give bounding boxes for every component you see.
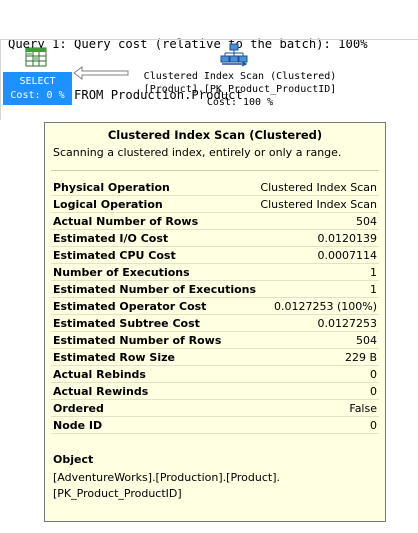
property-row: Node ID 0 (51, 417, 379, 434)
property-row: Estimated CPU Cost 0.0007114 (51, 247, 379, 264)
property-name: Ordered (53, 401, 104, 415)
property-row: Estimated Number of Rows 504 (51, 332, 379, 349)
property-name: Node ID (53, 418, 103, 432)
property-value: 1 (370, 265, 377, 279)
property-name: Logical Operation (53, 197, 163, 211)
property-value: 0.0120139 (317, 231, 378, 245)
select-node[interactable]: SELECT Cost: 0 % (3, 72, 72, 105)
property-row: Estimated I/O Cost 0.0120139 (51, 230, 379, 247)
property-row: Ordered False (51, 400, 379, 417)
select-table-icon[interactable] (25, 47, 47, 67)
property-name: Estimated Subtree Cost (53, 316, 200, 330)
object-line: [AdventureWorks].[Production].[Product]. (53, 471, 281, 484)
select-node-label: SELECT (19, 76, 56, 87)
scan-node-cost: Cost: 100 % (206, 97, 274, 108)
property-row: Estimated Number of Executions 1 (51, 281, 379, 298)
object-line: [PK_Product_ProductID] (53, 487, 182, 500)
property-name: Estimated Operator Cost (53, 299, 207, 313)
property-row: Estimated Operator Cost 0.0127253 (100%) (51, 298, 379, 315)
divider (0, 40, 1, 120)
property-value: Clustered Index Scan (260, 180, 377, 194)
property-row: Estimated Subtree Cost 0.0127253 (51, 315, 379, 332)
property-name: Estimated I/O Cost (53, 231, 169, 245)
property-value: 504 (356, 214, 377, 228)
tooltip-separator (51, 170, 379, 171)
property-name: Actual Rewinds (53, 384, 149, 398)
operator-tooltip: Clustered Index Scan (Clustered) Scannin… (44, 122, 386, 522)
property-row: Logical Operation Clustered Index Scan (51, 196, 379, 213)
property-name: Number of Executions (53, 265, 190, 279)
property-value: 0.0007114 (317, 248, 378, 262)
property-name: Estimated Number of Executions (53, 282, 257, 296)
property-value: 0.0127253 (317, 316, 378, 330)
property-value: 504 (356, 333, 377, 347)
scan-node-object: [Product].[PK_Product_ProductID] (143, 84, 337, 95)
object-title: Object (53, 453, 94, 466)
property-name: Estimated Number of Rows (53, 333, 222, 347)
scan-node-label[interactable]: Clustered Index Scan (Clustered) [Produc… (110, 70, 370, 109)
property-row: Number of Executions 1 (51, 264, 379, 281)
property-row: Actual Number of Rows 504 (51, 213, 379, 230)
property-name: Estimated CPU Cost (53, 248, 176, 262)
tooltip-properties: Physical Operation Clustered Index Scan Lo… (51, 179, 379, 434)
tooltip-description: Scanning a clustered index, entirely or … (53, 146, 342, 159)
property-row: Physical Operation Clustered Index Scan (51, 179, 379, 196)
select-node-cost: Cost: 0 % (10, 90, 65, 101)
property-row: Actual Rebinds 0 (51, 366, 379, 383)
property-value: Clustered Index Scan (260, 197, 377, 211)
property-row: Estimated Row Size 229 B (51, 349, 379, 366)
property-name: Actual Number of Rows (53, 214, 199, 228)
property-name: Actual Rebinds (53, 367, 146, 381)
clustered-index-scan-icon[interactable] (220, 43, 248, 67)
property-value: 0 (370, 367, 377, 381)
property-value: 0 (370, 418, 377, 432)
scan-node-operator: Clustered Index Scan (Clustered) (143, 71, 337, 82)
tooltip-title: Clustered Index Scan (Clustered) (107, 128, 323, 142)
divider (0, 39, 418, 40)
property-value: 229 B (344, 350, 377, 364)
property-value: 1 (370, 282, 377, 296)
property-row: Actual Rewinds 0 (51, 383, 379, 400)
property-name: Estimated Row Size (53, 350, 175, 364)
property-name: Physical Operation (53, 180, 170, 194)
property-value: False (349, 401, 377, 415)
property-value: 0 (370, 384, 377, 398)
property-value: 0.0127253 (100%) (273, 299, 377, 313)
